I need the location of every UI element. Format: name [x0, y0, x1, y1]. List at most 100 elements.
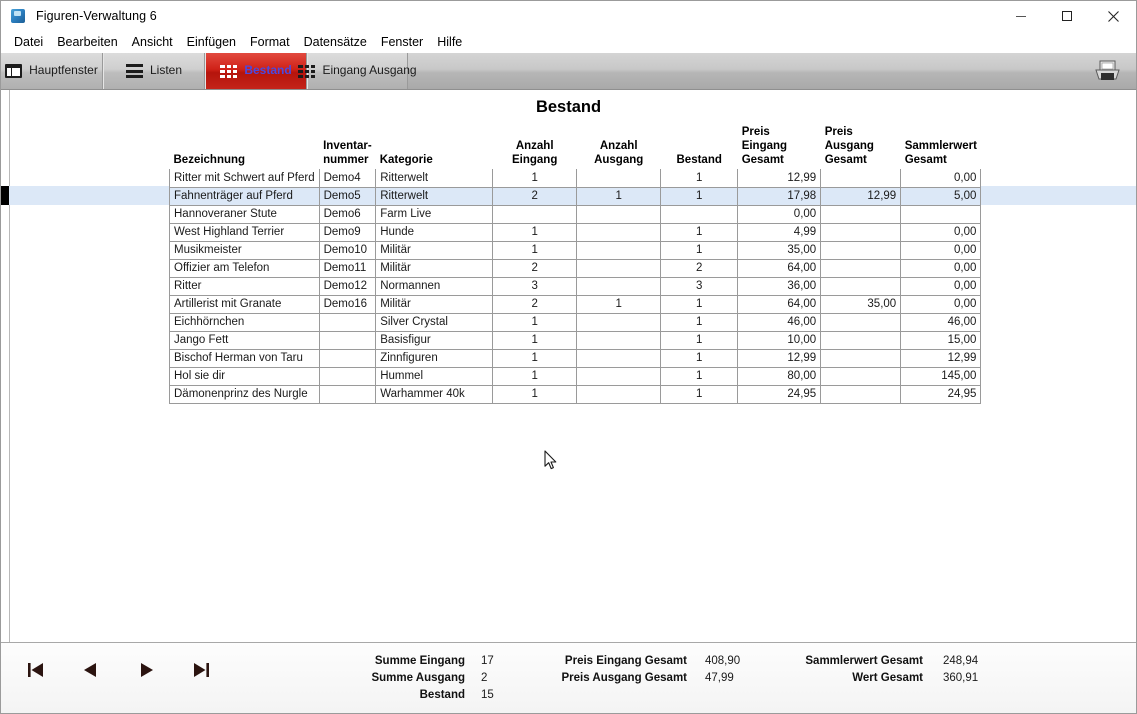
previous-record-button[interactable]	[78, 657, 104, 683]
cell-bezeichnung[interactable]: Artillerist mit Granate	[170, 295, 320, 313]
cell-anzahl_eingang[interactable]: 3	[493, 277, 577, 295]
cell-inventarnummer[interactable]	[319, 367, 376, 385]
table-row[interactable]: West Highland TerrierDemo9Hunde114,990,0…	[170, 223, 981, 241]
cell-preis_ausgang_gesamt[interactable]	[821, 331, 901, 349]
tab-hauptfenster[interactable]: Hauptfenster	[1, 53, 103, 89]
cell-anzahl_ausgang[interactable]	[577, 241, 661, 259]
cell-bestand[interactable]: 3	[661, 277, 738, 295]
cell-anzahl_ausgang[interactable]	[577, 367, 661, 385]
cell-preis_ausgang_gesamt[interactable]	[821, 367, 901, 385]
cell-inventarnummer[interactable]: Demo6	[319, 205, 376, 223]
cell-sammlerwert_gesamt[interactable]: 0,00	[901, 223, 981, 241]
cell-bezeichnung[interactable]: Ritter	[170, 277, 320, 295]
cell-inventarnummer[interactable]	[319, 349, 376, 367]
cell-preis_ausgang_gesamt[interactable]: 35,00	[821, 295, 901, 313]
cell-anzahl_eingang[interactable]: 2	[493, 295, 577, 313]
cell-preis_eingang_gesamt[interactable]: 4,99	[738, 223, 821, 241]
cell-kategorie[interactable]: Zinnfiguren	[376, 349, 493, 367]
cell-sammlerwert_gesamt[interactable]: 0,00	[901, 241, 981, 259]
menu-item-format[interactable]: Format	[243, 33, 297, 51]
cell-inventarnummer[interactable]	[319, 331, 376, 349]
cell-bezeichnung[interactable]: Bischof Herman von Taru	[170, 349, 320, 367]
cell-bestand[interactable]: 1	[661, 169, 738, 187]
cell-sammlerwert_gesamt[interactable]: 145,00	[901, 367, 981, 385]
table-row[interactable]: Ritter mit Schwert auf PferdDemo4Ritterw…	[170, 169, 981, 187]
cell-anzahl_eingang[interactable]: 1	[493, 367, 577, 385]
cell-bestand[interactable]: 1	[661, 187, 738, 205]
cell-sammlerwert_gesamt[interactable]: 24,95	[901, 385, 981, 403]
cell-kategorie[interactable]: Militär	[376, 259, 493, 277]
cell-anzahl_ausgang[interactable]: 1	[577, 295, 661, 313]
cell-preis_ausgang_gesamt[interactable]	[821, 241, 901, 259]
table-row[interactable]: Bischof Herman von TaruZinnfiguren1112,9…	[170, 349, 981, 367]
cell-bestand[interactable]: 2	[661, 259, 738, 277]
col-header-anzahl-eingang[interactable]: Anzahl Eingang	[493, 126, 577, 169]
cell-bezeichnung[interactable]: Fahnenträger auf Pferd	[170, 187, 320, 205]
cell-inventarnummer[interactable]: Demo12	[319, 277, 376, 295]
cell-anzahl_eingang[interactable]: 1	[493, 241, 577, 259]
cell-bezeichnung[interactable]: Offizier am Telefon	[170, 259, 320, 277]
cell-bezeichnung[interactable]: West Highland Terrier	[170, 223, 320, 241]
cell-inventarnummer[interactable]: Demo4	[319, 169, 376, 187]
cell-bezeichnung[interactable]: Hol sie dir	[170, 367, 320, 385]
tab-listen[interactable]: Listen	[103, 53, 205, 89]
cell-preis_eingang_gesamt[interactable]: 10,00	[738, 331, 821, 349]
col-header-inventarnummer[interactable]: Inventar- nummer	[319, 126, 376, 169]
last-record-button[interactable]	[188, 657, 214, 683]
cell-preis_eingang_gesamt[interactable]: 24,95	[738, 385, 821, 403]
cell-sammlerwert_gesamt[interactable]: 0,00	[901, 259, 981, 277]
cell-bestand[interactable]: 1	[661, 349, 738, 367]
cell-kategorie[interactable]: Hunde	[376, 223, 493, 241]
first-record-button[interactable]	[23, 657, 49, 683]
cell-anzahl_eingang[interactable]: 1	[493, 349, 577, 367]
col-header-sammlerwert-gesamt[interactable]: Sammlerwert Gesamt	[901, 126, 981, 169]
cell-anzahl_eingang[interactable]	[493, 205, 577, 223]
cell-preis_ausgang_gesamt[interactable]	[821, 277, 901, 295]
cell-preis_eingang_gesamt[interactable]: 80,00	[738, 367, 821, 385]
table-row[interactable]: Hannoveraner StuteDemo6Farm Live0,00	[170, 205, 981, 223]
table-row[interactable]: Dämonenprinz des NurgleWarhammer 40k1124…	[170, 385, 981, 403]
cell-bezeichnung[interactable]: Musikmeister	[170, 241, 320, 259]
cell-preis_eingang_gesamt[interactable]: 17,98	[738, 187, 821, 205]
minimize-button[interactable]	[998, 1, 1044, 31]
table-row[interactable]: Hol sie dirHummel1180,00145,00	[170, 367, 981, 385]
table-row[interactable]: Artillerist mit GranateDemo16Militär2116…	[170, 295, 981, 313]
col-header-anzahl-ausgang[interactable]: Anzahl Ausgang	[577, 126, 661, 169]
maximize-button[interactable]	[1044, 1, 1090, 31]
cell-anzahl_eingang[interactable]: 1	[493, 331, 577, 349]
col-header-bestand[interactable]: Bestand	[661, 126, 738, 169]
cell-inventarnummer[interactable]: Demo16	[319, 295, 376, 313]
cell-sammlerwert_gesamt[interactable]: 15,00	[901, 331, 981, 349]
cell-kategorie[interactable]: Hummel	[376, 367, 493, 385]
table-row[interactable]: EichhörnchenSilver Crystal1146,0046,00	[170, 313, 981, 331]
cell-sammlerwert_gesamt[interactable]	[901, 205, 981, 223]
cell-kategorie[interactable]: Warhammer 40k	[376, 385, 493, 403]
print-button[interactable]	[1086, 57, 1130, 87]
cell-anzahl_eingang[interactable]: 1	[493, 223, 577, 241]
cell-bezeichnung[interactable]: Jango Fett	[170, 331, 320, 349]
cell-inventarnummer[interactable]	[319, 313, 376, 331]
cell-anzahl_ausgang[interactable]	[577, 385, 661, 403]
close-button[interactable]	[1090, 1, 1136, 31]
cell-sammlerwert_gesamt[interactable]: 5,00	[901, 187, 981, 205]
cell-preis_eingang_gesamt[interactable]: 12,99	[738, 169, 821, 187]
cell-bezeichnung[interactable]: Ritter mit Schwert auf Pferd	[170, 169, 320, 187]
cell-anzahl_ausgang[interactable]	[577, 313, 661, 331]
table-row[interactable]: Jango FettBasisfigur1110,0015,00	[170, 331, 981, 349]
cell-sammlerwert_gesamt[interactable]: 46,00	[901, 313, 981, 331]
tab-bestand[interactable]: Bestand	[205, 53, 307, 89]
cell-bestand[interactable]: 1	[661, 367, 738, 385]
cell-bestand[interactable]: 1	[661, 241, 738, 259]
menu-item-fenster[interactable]: Fenster	[374, 33, 430, 51]
cell-kategorie[interactable]: Militär	[376, 241, 493, 259]
menu-item-einfuegen[interactable]: Einfügen	[180, 33, 243, 51]
cell-anzahl_ausgang[interactable]	[577, 259, 661, 277]
cell-bestand[interactable]: 1	[661, 385, 738, 403]
cell-preis_ausgang_gesamt[interactable]	[821, 169, 901, 187]
table-row[interactable]: Offizier am TelefonDemo11Militär2264,000…	[170, 259, 981, 277]
cell-inventarnummer[interactable]	[319, 385, 376, 403]
cell-bestand[interactable]	[661, 205, 738, 223]
cell-preis_ausgang_gesamt[interactable]	[821, 205, 901, 223]
cell-preis_ausgang_gesamt[interactable]	[821, 313, 901, 331]
cell-preis_eingang_gesamt[interactable]: 36,00	[738, 277, 821, 295]
